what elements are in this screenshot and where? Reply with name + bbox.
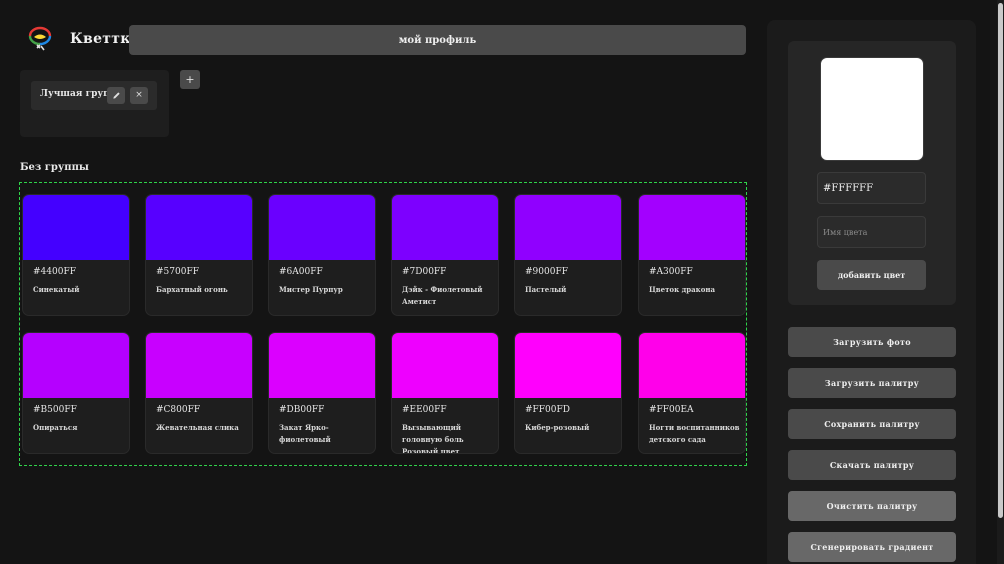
color-hex: #EE00FF bbox=[402, 405, 447, 415]
color-drop-zone[interactable]: #4400FF Синекатый #5700FF Бархатный огон… bbox=[19, 182, 747, 466]
clear-palette-button[interactable]: Очистить палитру bbox=[788, 491, 956, 521]
color-hex: #7D00FF bbox=[402, 267, 447, 277]
color-swatch bbox=[392, 195, 498, 260]
upload-palette-button[interactable]: Загрузить палитру bbox=[788, 368, 956, 398]
download-palette-button[interactable]: Скачать палитру bbox=[788, 450, 956, 480]
color-hex: #B500FF bbox=[33, 405, 77, 415]
color-swatch bbox=[639, 333, 745, 398]
color-card[interactable]: #C800FF Жевательная слика bbox=[145, 332, 253, 454]
color-card[interactable]: #A300FF Цветок дракона bbox=[638, 194, 746, 316]
color-card[interactable]: #6A00FF Мистер Пурпур bbox=[268, 194, 376, 316]
color-swatch bbox=[23, 333, 129, 398]
color-swatch bbox=[146, 195, 252, 260]
my-profile-button[interactable]: мой профиль bbox=[129, 25, 746, 55]
save-palette-button[interactable]: Сохранить палитру bbox=[788, 409, 956, 439]
color-card[interactable]: #5700FF Бархатный огонь bbox=[145, 194, 253, 316]
color-card[interactable]: #DB00FF Закат Ярко-фиолетовый bbox=[268, 332, 376, 454]
color-name: Дэйк - Фиолетовый Аметист bbox=[402, 285, 483, 306]
upload-photo-button[interactable]: Загрузить фото bbox=[788, 327, 956, 357]
color-name: Цветок дракона bbox=[649, 285, 716, 294]
add-group-button[interactable]: + bbox=[180, 70, 200, 89]
color-name: Закат Ярко-фиолетовый bbox=[279, 423, 331, 444]
color-card[interactable]: #B500FF Опираться bbox=[22, 332, 130, 454]
color-name: Кибер-розовый bbox=[525, 423, 590, 432]
color-hex: #FF00EA bbox=[649, 405, 694, 415]
generate-gradient-button[interactable]: Сгенерировать градиент bbox=[788, 532, 956, 562]
color-card[interactable]: #FF00EA Ногти воспитанников детского сад… bbox=[638, 332, 746, 454]
color-swatch bbox=[515, 333, 621, 398]
color-swatch bbox=[515, 195, 621, 260]
app-logo-icon bbox=[28, 26, 52, 51]
color-name: Синекатый bbox=[33, 285, 80, 294]
scrollbar-thumb[interactable] bbox=[998, 3, 1003, 518]
color-card[interactable]: #4400FF Синекатый bbox=[22, 194, 130, 316]
color-card[interactable]: #7D00FF Дэйк - Фиолетовый Аметист bbox=[391, 194, 499, 316]
delete-group-button[interactable]: × bbox=[130, 87, 148, 104]
color-name: Мистер Пурпур bbox=[279, 285, 343, 294]
color-hex: #FF00FD bbox=[525, 405, 570, 415]
tools-sidebar: добавить цвет Загрузить фото Загрузить п… bbox=[767, 20, 976, 564]
color-hex: #5700FF bbox=[156, 267, 199, 277]
add-color-button[interactable]: добавить цвет bbox=[817, 260, 926, 290]
color-swatch bbox=[392, 333, 498, 398]
color-hex: #9000FF bbox=[525, 267, 568, 277]
ungrouped-title: Без группы bbox=[20, 162, 89, 173]
color-picker-panel: добавить цвет bbox=[788, 41, 956, 305]
color-swatch bbox=[639, 195, 745, 260]
color-hex: #C800FF bbox=[156, 405, 201, 415]
color-name-input[interactable] bbox=[817, 216, 926, 248]
color-card[interactable]: #EE00FF Вызывающий головную боль Розовый… bbox=[391, 332, 499, 454]
color-hex: #DB00FF bbox=[279, 405, 325, 415]
color-swatch bbox=[23, 195, 129, 260]
color-name: Бархатный огонь bbox=[156, 285, 228, 294]
color-swatch bbox=[269, 333, 375, 398]
edit-group-button[interactable] bbox=[107, 87, 125, 104]
groups-panel: Лучшая группа × bbox=[20, 70, 169, 137]
color-name: Вызывающий головную боль Розовый цвет bbox=[402, 423, 464, 454]
color-hex: #6A00FF bbox=[279, 267, 323, 277]
color-card[interactable]: #FF00FD Кибер-розовый bbox=[514, 332, 622, 454]
color-card[interactable]: #9000FF Пастелый bbox=[514, 194, 622, 316]
color-name: Пастелый bbox=[525, 285, 567, 294]
color-name: Ногти воспитанников детского сада bbox=[649, 423, 740, 444]
pencil-icon bbox=[112, 92, 120, 99]
color-swatch bbox=[146, 333, 252, 398]
color-swatch bbox=[269, 195, 375, 260]
color-hex: #4400FF bbox=[33, 267, 76, 277]
group-chip[interactable]: Лучшая группа × bbox=[31, 81, 157, 110]
color-name: Жевательная слика bbox=[156, 423, 239, 432]
color-hex: #A300FF bbox=[649, 267, 693, 277]
hex-input[interactable] bbox=[817, 172, 926, 204]
color-name: Опираться bbox=[33, 423, 78, 432]
color-preview[interactable] bbox=[820, 57, 924, 161]
